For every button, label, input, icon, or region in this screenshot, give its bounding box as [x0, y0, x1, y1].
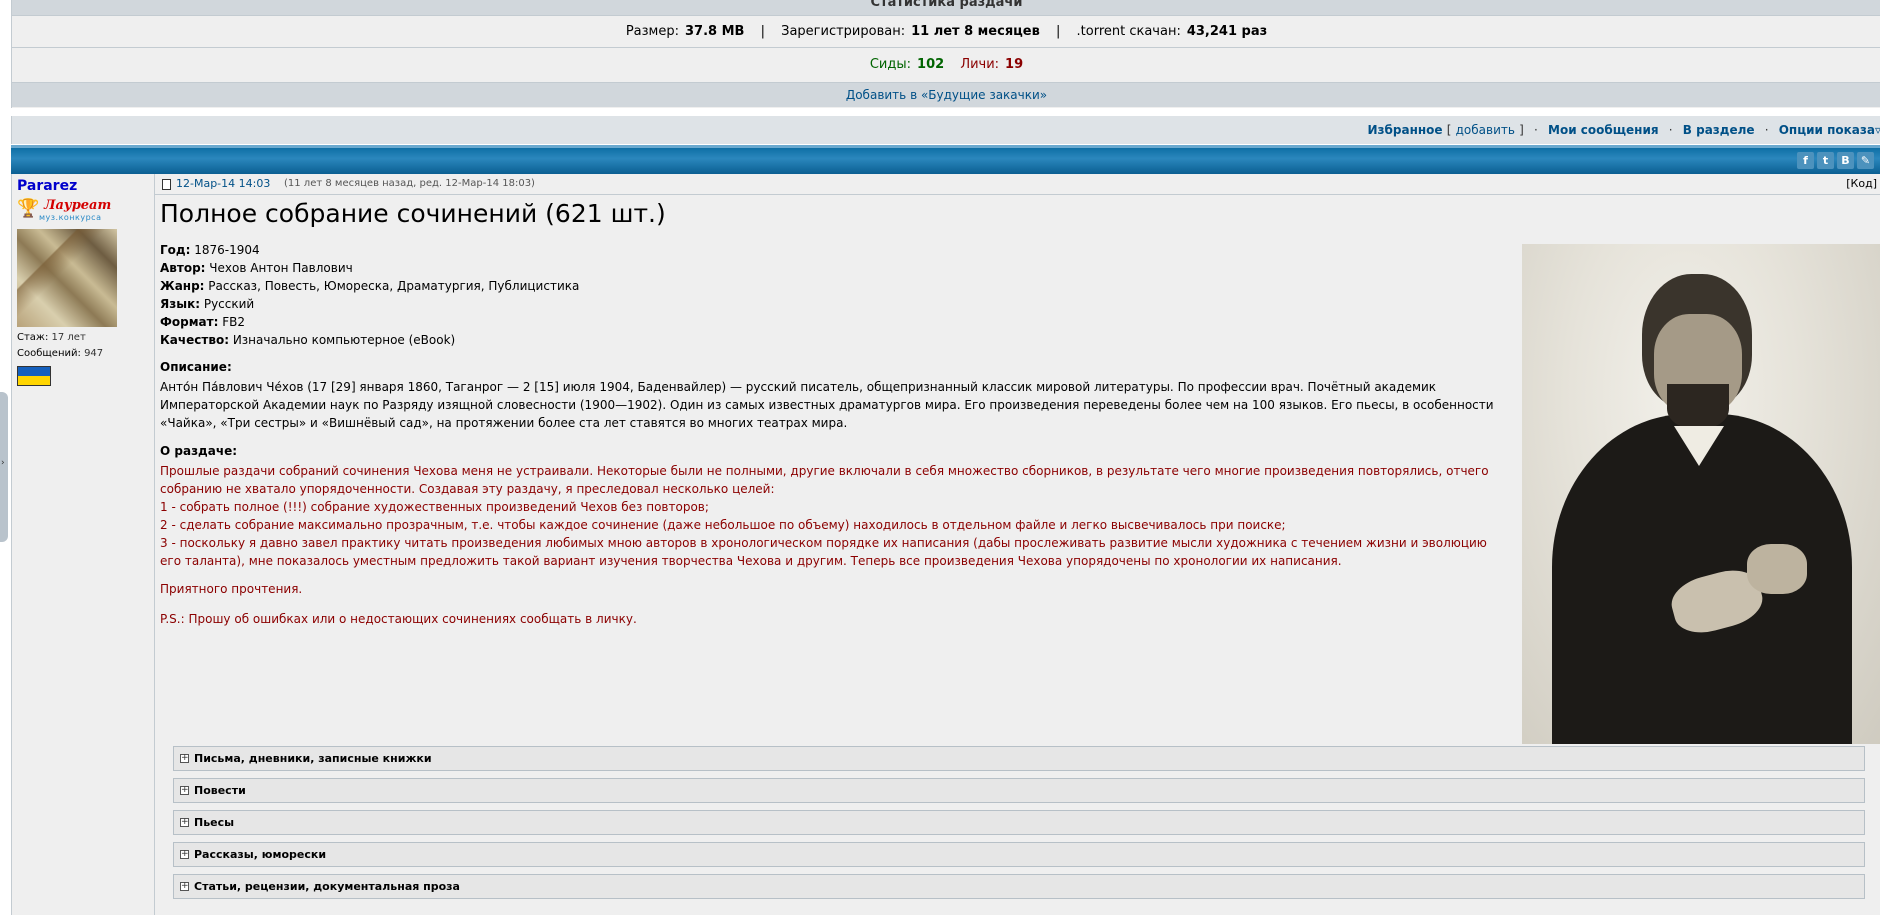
- post-content: 12-Мар-14 14:03 (11 лет 8 месяцев назад,…: [155, 174, 1880, 915]
- stats-info-row: Размер: 37.8 MB | Зарегистрирован: 11 лет …: [12, 16, 1880, 48]
- spoiler-label: Рассказы, юморески: [194, 848, 327, 861]
- spoiler-label: Пьесы: [194, 816, 235, 829]
- livejournal-icon[interactable]: ✎: [1857, 152, 1874, 169]
- separator-dot: ·: [1668, 123, 1673, 137]
- spoiler-plays[interactable]: + Пьесы: [173, 810, 1865, 835]
- document-icon: [162, 179, 171, 190]
- about-heading: О раздаче:: [160, 444, 238, 458]
- future-downloads-row: Добавить в «Будущие закачки»: [12, 83, 1880, 107]
- stazh-label: Стаж:: [17, 332, 49, 343]
- spoiler-label: Письма, дневники, записные книжки: [194, 752, 432, 765]
- author-portrait-image[interactable]: [1522, 244, 1880, 744]
- meta-quality: Качество: Изначально компьютерное (eBook…: [160, 333, 456, 347]
- ukraine-flag-icon: [17, 366, 51, 386]
- leechers-value: 19: [1005, 57, 1024, 72]
- size-value: 37.8 MB: [684, 24, 745, 39]
- size-label: Размер:: [625, 24, 679, 39]
- about-line: 3 - поскольку я давно завел практику чит…: [160, 536, 1487, 568]
- chevron-down-icon[interactable]: ▿: [1875, 123, 1880, 137]
- meta-genre: Жанр: Рассказ, Повесть, Юмореска, Драмат…: [160, 279, 580, 293]
- display-options-link[interactable]: Опции показа: [1779, 123, 1875, 137]
- side-panel-toggle[interactable]: ›: [0, 392, 8, 542]
- peers-row: Сиды: 102 Личи: 19: [12, 48, 1880, 83]
- expand-plus-icon: +: [180, 849, 189, 859]
- about-line: Прошлые раздачи собраний сочинения Чехов…: [160, 464, 1489, 496]
- spoiler-stories[interactable]: + Рассказы, юморески: [173, 842, 1865, 867]
- description-text: Анто́н Па́влович Че́хов (17 [29] января …: [160, 380, 1494, 430]
- about-line: 2 - сделать собрание максимально прозрач…: [160, 518, 1286, 532]
- bracket-open: [: [1446, 123, 1452, 137]
- author-nick[interactable]: Pararez: [17, 178, 77, 194]
- vk-icon[interactable]: B: [1837, 152, 1854, 169]
- leechers-label: Личи:: [960, 57, 1000, 72]
- torrent-downloads-label: .torrent скачан:: [1076, 24, 1181, 39]
- code-link[interactable]: [Код]: [1846, 174, 1877, 194]
- chevron-right-icon: ›: [1, 458, 5, 468]
- post-meta-bar: 12-Мар-14 14:03 (11 лет 8 месяцев назад,…: [155, 174, 1880, 195]
- post-title: Полное собрание сочинений (621 шт.): [160, 199, 666, 228]
- greeting-text: Приятного прочтения.: [160, 582, 303, 596]
- book-meta: Год: 1876-1904 Автор: Чехов Антон Павлов…: [160, 241, 579, 349]
- description-heading: Описание:: [160, 360, 232, 374]
- about-text: Прошлые раздачи собраний сочинения Чехов…: [160, 462, 1505, 570]
- post-header-bar: f t B ✎: [11, 145, 1880, 174]
- torrent-stats-panel: Статистика раздачи Размер: 37.8 MB | Заре…: [11, 0, 1880, 108]
- spoiler-label: Повести: [194, 784, 246, 797]
- profile-messages: Сообщений: 947: [17, 348, 103, 359]
- trophy-icon: 🏆: [17, 198, 40, 219]
- spoiler-novellas[interactable]: + Повести: [173, 778, 1865, 803]
- registered-value: 11 лет 8 месяцев: [911, 24, 1040, 39]
- author-profile: Pararez 🏆 Лауреат муз.конкурса Стаж: 17 …: [12, 174, 155, 915]
- share-buttons: f t B ✎: [1797, 152, 1874, 169]
- separator-dot: ·: [1764, 123, 1769, 137]
- favorites-link[interactable]: Избранное: [1368, 123, 1443, 137]
- award-subtitle: муз.конкурса: [39, 213, 102, 222]
- meta-author: Автор: Чехов Антон Павлович: [160, 261, 353, 275]
- ps-text: P.S.: Прошу об ошибках или о недостающих…: [160, 612, 637, 626]
- seeds-value: 102: [917, 57, 945, 72]
- post-ago: (11 лет 8 месяцев назад, ред. 12-Мар-14 …: [284, 178, 535, 189]
- registered-label: Зарегистрирован:: [781, 24, 906, 39]
- about-line: 1 - собрать полное (!!!) собрание художе…: [160, 500, 709, 514]
- expand-plus-icon: +: [180, 753, 189, 763]
- post-date-link[interactable]: 12-Мар-14 14:03: [176, 174, 270, 194]
- expand-plus-icon: +: [180, 881, 189, 891]
- messages-label: Сообщений:: [17, 348, 81, 359]
- torrent-downloads-value: 43,241 раз: [1186, 24, 1268, 39]
- separator-dot: ·: [1534, 123, 1538, 137]
- in-section-link[interactable]: В разделе: [1683, 123, 1755, 137]
- stats-title: Статистика раздачи: [12, 0, 1880, 16]
- spoiler-letters[interactable]: + Письма, дневники, записные книжки: [173, 746, 1865, 771]
- twitter-icon[interactable]: t: [1817, 152, 1834, 169]
- expand-plus-icon: +: [180, 817, 189, 827]
- seeds-label: Сиды:: [869, 57, 912, 72]
- add-to-future-downloads-link[interactable]: Добавить в «Будущие закачки»: [846, 88, 1047, 102]
- spoiler-articles[interactable]: + Статьи, рецензии, документальная проза: [173, 874, 1865, 899]
- bracket-close: ]: [1519, 123, 1524, 137]
- add-favorite-link[interactable]: добавить: [1456, 123, 1515, 137]
- post: Pararez 🏆 Лауреат муз.конкурса Стаж: 17 …: [11, 174, 1880, 915]
- topic-nav-bar: Избранное [ добавить ] · Мои сообщения ·…: [11, 116, 1880, 144]
- messages-value: 947: [84, 348, 104, 359]
- meta-language: Язык: Русский: [160, 297, 255, 311]
- expand-plus-icon: +: [180, 785, 189, 795]
- separator: |: [1055, 24, 1061, 39]
- stazh-value: 17 лет: [51, 332, 86, 343]
- spoiler-label: Статьи, рецензии, документальная проза: [194, 880, 460, 893]
- award-badge: 🏆 Лауреат муз.конкурса: [17, 198, 117, 222]
- meta-format: Формат: FB2: [160, 315, 246, 329]
- profile-stazh: Стаж: 17 лет: [17, 332, 86, 343]
- separator: |: [760, 24, 765, 39]
- my-messages-link[interactable]: Мои сообщения: [1548, 123, 1659, 137]
- facebook-icon[interactable]: f: [1797, 152, 1814, 169]
- meta-year: Год: 1876-1904: [160, 243, 260, 257]
- avatar[interactable]: [17, 229, 117, 327]
- award-title: Лауреат: [44, 198, 112, 213]
